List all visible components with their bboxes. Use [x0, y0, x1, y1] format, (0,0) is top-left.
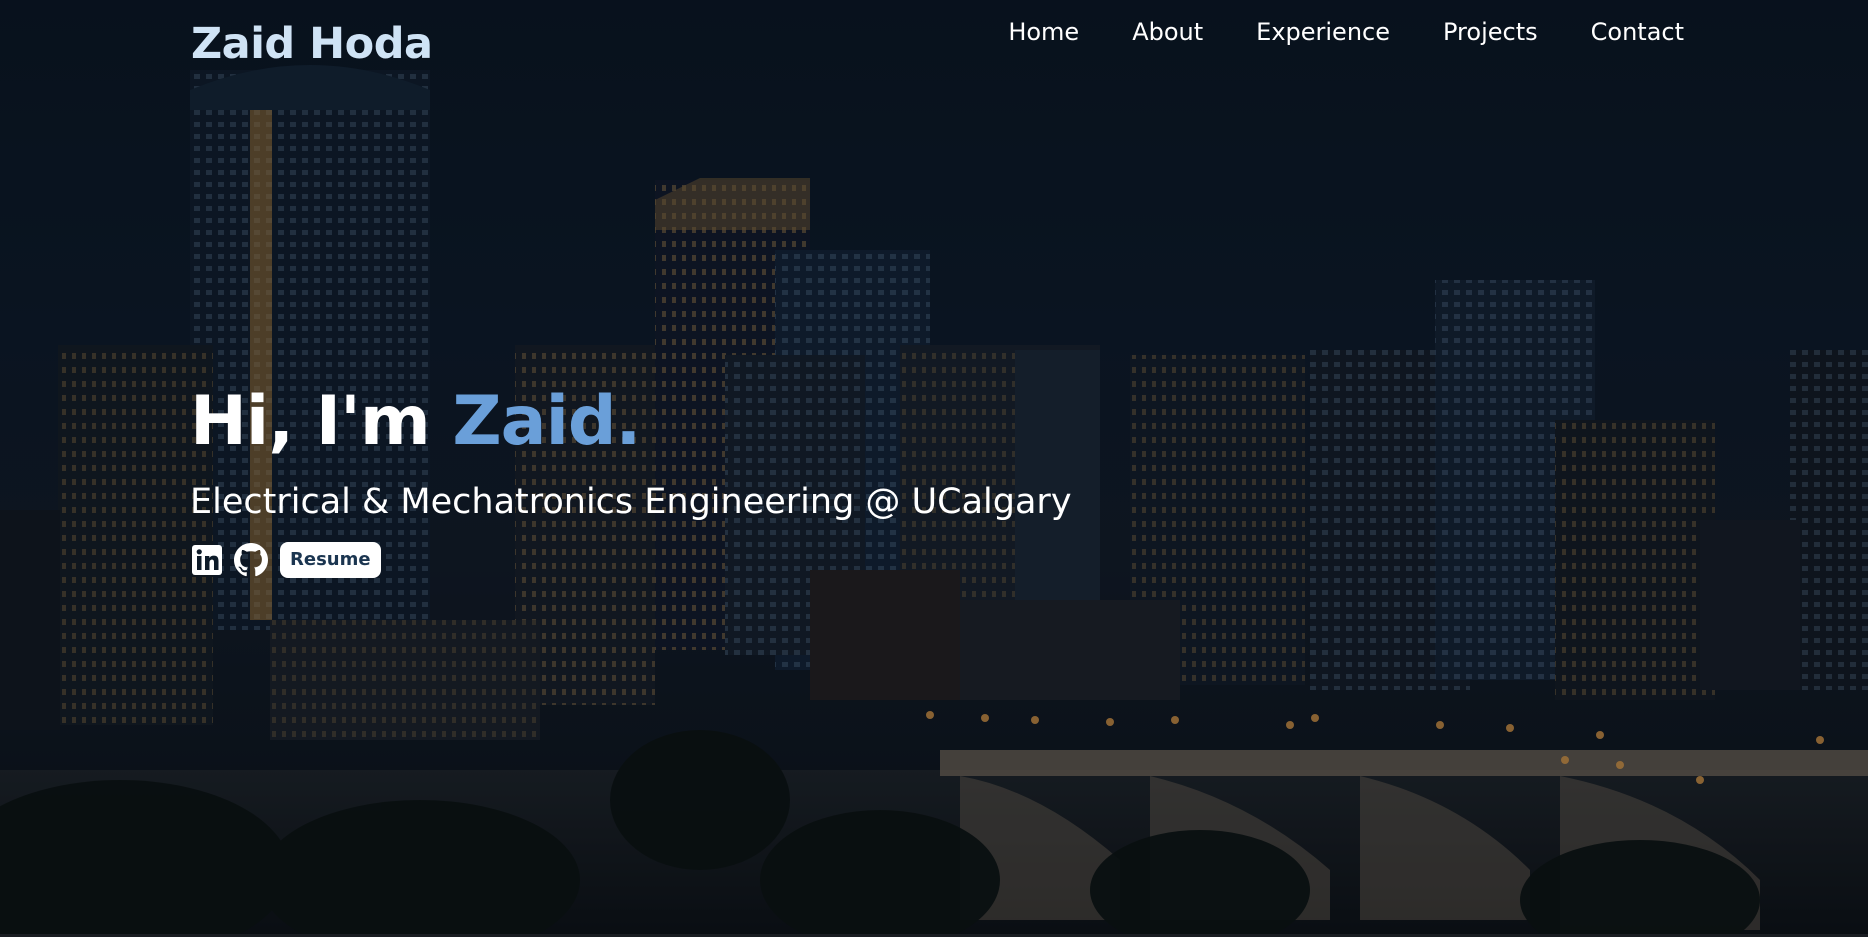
nav-contact[interactable]: Contact	[1591, 14, 1684, 50]
nav-about[interactable]: About	[1132, 14, 1203, 50]
hero-section: Zaid Hoda Home About Experience Projects…	[0, 0, 1868, 937]
hero-subtitle: Electrical & Mechatronics Engineering @ …	[190, 482, 1072, 522]
background-dim-overlay	[0, 0, 1868, 937]
github-icon[interactable]	[234, 543, 268, 577]
nav-experience[interactable]: Experience	[1256, 14, 1390, 50]
nav-home[interactable]: Home	[1008, 14, 1079, 50]
site-brand[interactable]: Zaid Hoda	[191, 16, 433, 72]
greeting-prefix: Hi, I'm	[190, 382, 453, 461]
main-nav: Home About Experience Projects Contact	[1008, 14, 1684, 50]
linkedin-icon[interactable]	[190, 543, 224, 577]
resume-button[interactable]: Resume	[280, 542, 381, 578]
social-links: Resume	[190, 542, 381, 578]
nav-projects[interactable]: Projects	[1443, 14, 1538, 50]
hero-greeting: Hi, I'm Zaid.	[190, 380, 641, 464]
greeting-name: Zaid.	[452, 382, 641, 461]
